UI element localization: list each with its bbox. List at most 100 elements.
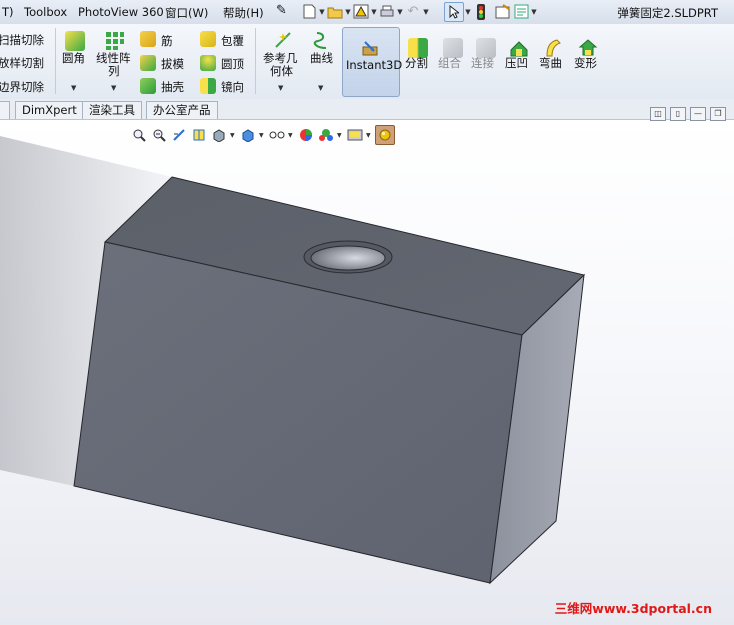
reference-geometry-label-line2: 何体 <box>270 64 293 78</box>
new-dropdown-icon[interactable]: ▼ <box>318 8 326 16</box>
swept-cut-button[interactable]: 扫描切除 <box>0 32 44 48</box>
apply-scene-icon[interactable] <box>317 126 335 144</box>
menu-photoview[interactable]: PhotoView 360 <box>78 5 164 19</box>
command-manager-tabs: DimXpert 渲染工具 办公室产品 <box>0 99 734 120</box>
rib-icon[interactable] <box>140 31 156 47</box>
curves-dropdown-icon[interactable]: ▼ <box>318 84 323 92</box>
print-icon[interactable] <box>378 3 396 21</box>
view-settings-icon[interactable] <box>346 126 364 144</box>
watermark-text: 三维网www.3dportal.cn <box>554 601 712 616</box>
previous-view-icon[interactable] <box>170 126 188 144</box>
rib-button[interactable]: 筋 <box>161 33 173 49</box>
quick-access-toolbar: ▼ ▼ ▼ ▼ ↶ ▼ ▼ ▼ <box>300 1 538 22</box>
linear-pattern-icon[interactable] <box>105 31 125 51</box>
document-title: 弹簧固定2.SLDPRT <box>617 6 718 20</box>
rebuild-warning-icon[interactable] <box>352 3 370 21</box>
viewport-split-icon[interactable]: ◫ <box>650 107 666 121</box>
undo-icon[interactable]: ↶ <box>404 3 422 21</box>
select-dropdown-icon[interactable]: ▼ <box>464 8 472 16</box>
reference-geometry-dropdown-icon[interactable]: ▼ <box>278 84 283 92</box>
mirror-button[interactable]: 镜向 <box>221 79 244 95</box>
traffic-light-icon[interactable] <box>472 3 490 21</box>
apply-scene-dropdown-icon[interactable]: ▼ <box>337 132 344 139</box>
undo-dropdown-icon[interactable]: ▼ <box>422 8 430 16</box>
combine-button[interactable]: 组合 <box>438 55 461 71</box>
print-dropdown-icon[interactable]: ▼ <box>396 8 404 16</box>
reference-geometry-icon[interactable] <box>273 30 293 50</box>
graphics-area[interactable]: ◫ ▯ — ❐ ▼ ▼ ▼ ▼ ▼ 三维网www.3dportal.cn <box>0 107 734 625</box>
fillet-button[interactable]: 圆角 <box>62 50 85 66</box>
command-manager-ribbon: 扫描切除 放样切割 边界切除 圆角 ▼ 线性阵 列 ▼ 筋 拔模 抽壳 包覆 圆… <box>0 24 734 100</box>
hide-show-icon[interactable] <box>268 126 286 144</box>
section-view-icon[interactable] <box>190 126 208 144</box>
open-folder-icon[interactable] <box>326 3 344 21</box>
instant3d-icon <box>361 38 381 58</box>
view-orientation-dropdown-icon[interactable]: ▼ <box>230 132 237 139</box>
deform-button[interactable]: 变形 <box>574 55 597 71</box>
viewport-tile-icon[interactable]: ▯ <box>670 107 686 121</box>
dome-icon[interactable] <box>200 55 216 71</box>
view-orientation-icon[interactable] <box>210 126 228 144</box>
instant3d-button[interactable]: Instant3D <box>342 27 403 97</box>
boundary-cut-button[interactable]: 边界切除 <box>0 79 44 95</box>
wrap-icon[interactable] <box>200 31 216 47</box>
split-button[interactable]: 分割 <box>405 55 428 71</box>
curves-icon[interactable] <box>313 30 333 50</box>
view-settings-dropdown-icon[interactable]: ▼ <box>366 132 373 139</box>
tab-clipped[interactable] <box>0 101 10 119</box>
zoom-to-fit-icon[interactable] <box>130 126 148 144</box>
model-hole-inner <box>310 245 386 271</box>
draft-button[interactable]: 拔模 <box>161 56 184 72</box>
wrap-button[interactable]: 包覆 <box>221 33 244 49</box>
viewport-window-controls: ◫ ▯ — ❐ <box>650 107 726 121</box>
flex-button[interactable]: 弯曲 <box>539 55 562 71</box>
instant3d-label: Instant3D <box>346 58 403 72</box>
ribbon-separator <box>55 28 56 94</box>
edit-appearance-icon[interactable] <box>297 126 315 144</box>
display-style-dropdown-icon[interactable]: ▼ <box>259 132 266 139</box>
tab-render-tools[interactable]: 渲染工具 <box>82 101 142 119</box>
realview-icon[interactable] <box>375 125 395 145</box>
model-view[interactable] <box>0 120 734 625</box>
fillet-icon[interactable] <box>65 31 85 51</box>
properties-icon[interactable] <box>512 3 530 21</box>
options-icon[interactable] <box>494 3 512 21</box>
linear-pattern-dropdown-icon[interactable]: ▼ <box>111 84 116 92</box>
indent-button[interactable]: 压凹 <box>505 55 528 71</box>
fillet-dropdown-icon[interactable]: ▼ <box>71 84 76 92</box>
restore-icon[interactable]: ❐ <box>710 107 726 121</box>
draft-icon[interactable] <box>140 55 156 71</box>
model-hole-outer <box>303 240 393 274</box>
select-pointer-icon[interactable] <box>444 1 464 22</box>
heads-up-view-toolbar: ▼ ▼ ▼ ▼ ▼ <box>130 124 395 146</box>
join-button[interactable]: 连接 <box>471 55 494 71</box>
tab-dimxpert[interactable]: DimXpert <box>15 101 84 119</box>
menu-help[interactable]: 帮助(H) <box>223 5 264 21</box>
new-document-icon[interactable] <box>300 3 318 21</box>
tab-office-products[interactable]: 办公室产品 <box>146 101 218 119</box>
zoom-area-icon[interactable] <box>150 126 168 144</box>
curves-button[interactable]: 曲线 <box>310 50 333 66</box>
ribbon-separator <box>255 28 256 94</box>
model-side-face <box>489 273 585 585</box>
properties-dropdown-icon[interactable]: ▼ <box>530 8 538 16</box>
linear-pattern-label-line2: 列 <box>108 64 120 78</box>
model-top-face <box>103 176 586 336</box>
pin-icon[interactable]: ✎ <box>276 3 287 18</box>
menu-bar: T) Toolbox PhotoView 360 窗口(W) 帮助(H) ✎ ▼… <box>0 0 734 25</box>
rebuild-dropdown-icon[interactable]: ▼ <box>370 8 378 16</box>
dome-button[interactable]: 圆顶 <box>221 56 244 72</box>
menu-tools[interactable]: T) <box>2 5 14 19</box>
display-style-icon[interactable] <box>239 126 257 144</box>
shell-button[interactable]: 抽壳 <box>161 79 184 95</box>
lofted-cut-button[interactable]: 放样切割 <box>0 55 44 71</box>
open-dropdown-icon[interactable]: ▼ <box>344 8 352 16</box>
model-front-face <box>73 241 523 584</box>
shell-icon[interactable] <box>140 78 156 94</box>
hide-show-dropdown-icon[interactable]: ▼ <box>288 132 295 139</box>
menu-window[interactable]: 窗口(W) <box>165 5 208 21</box>
ghost-body <box>0 136 172 486</box>
minimize-icon[interactable]: — <box>690 107 706 121</box>
menu-toolbox[interactable]: Toolbox <box>24 5 67 19</box>
mirror-icon[interactable] <box>200 78 216 94</box>
